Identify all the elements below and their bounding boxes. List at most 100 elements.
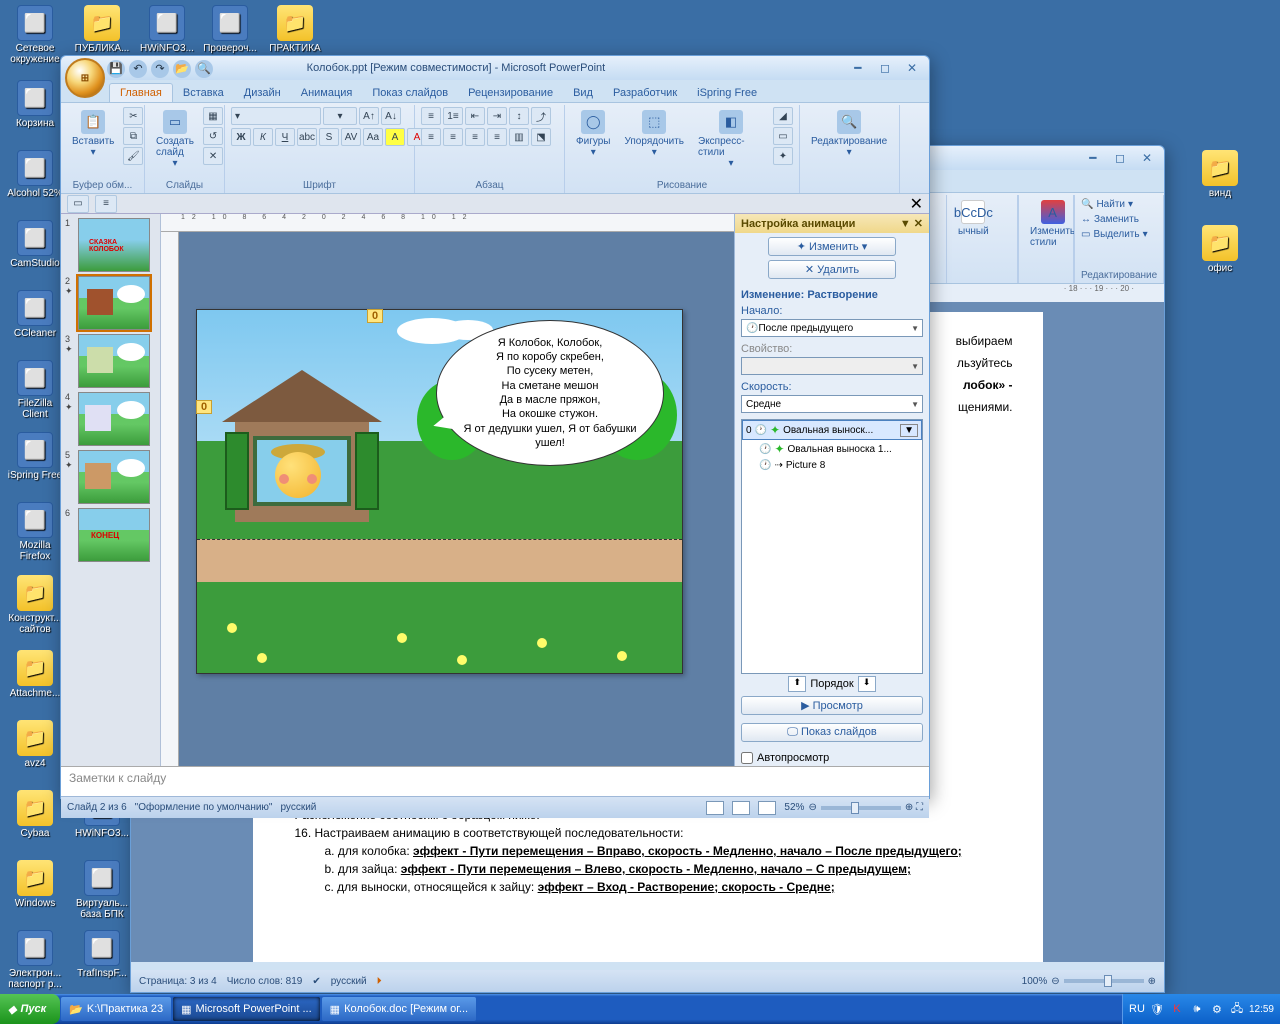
normal-view-button[interactable] [706, 801, 724, 815]
language-indicator[interactable]: русский [280, 802, 316, 813]
underline-icon[interactable]: Ч [275, 128, 295, 146]
change-styles-button[interactable]: AИзменить стили [1025, 197, 1080, 251]
align-center-icon[interactable]: ≡ [443, 128, 463, 146]
maximize-button[interactable]: ◻ [1109, 150, 1131, 166]
editing-button[interactable]: 🔍Редактирование▾ [806, 107, 892, 161]
desktop-icon[interactable]: ⬜TrafInspF... [72, 930, 132, 979]
format-painter-icon[interactable]: 🖌 [123, 147, 143, 165]
slides-tab[interactable]: ▭ [67, 195, 89, 213]
desktop-icon[interactable]: ⬜Корзина [5, 80, 65, 129]
speed-select[interactable]: Средне [741, 395, 923, 413]
close-pane-icon[interactable]: ✕ [910, 194, 929, 214]
desktop-icon[interactable]: ⬜Сетевое окружение [5, 5, 65, 65]
thumb-4[interactable]: 4✦ [65, 392, 156, 446]
close-button[interactable]: ✕ [901, 60, 923, 76]
quick-styles-button[interactable]: ◧Экспресс-стили▾ [693, 107, 769, 172]
text-direction-icon[interactable]: ⤴ [531, 107, 551, 125]
font-size-combo[interactable]: ▾ [323, 107, 357, 125]
line-spacing-icon[interactable]: ↕ [509, 107, 529, 125]
desktop-icon[interactable]: 📁Attachme... [5, 650, 65, 699]
thumb-3[interactable]: 3✦ [65, 334, 156, 388]
shape-effects-icon[interactable]: ✦ [773, 147, 793, 165]
tab-home[interactable]: Главная [109, 83, 173, 102]
preview-icon[interactable]: 🔍 [195, 60, 213, 78]
tab-developer[interactable]: Разработчик [603, 84, 687, 102]
anim-item-1[interactable]: 🕐✦Овальная выноска 1... [742, 440, 922, 458]
anim-tag-0b[interactable]: 0 [196, 400, 212, 414]
save-icon[interactable]: 💾 [107, 60, 125, 78]
shape-outline-icon[interactable]: ▭ [773, 127, 793, 145]
desktop-icon[interactable]: ⬜HWiNFO3... [137, 5, 197, 54]
minimize-button[interactable]: ━ [847, 60, 869, 76]
tray-icon[interactable]: 🕪 [1189, 1001, 1205, 1017]
maximize-button[interactable]: ◻ [874, 60, 896, 76]
language-indicator[interactable]: русский [331, 976, 367, 987]
tab-animation[interactable]: Анимация [291, 84, 363, 102]
shadow-icon[interactable]: S [319, 128, 339, 146]
change-effect-button[interactable]: ✦ Изменить ▾ [768, 237, 896, 256]
desktop-icon[interactable]: 📁Windows [5, 860, 65, 909]
desktop-icon[interactable]: 📁офис [1190, 225, 1250, 274]
indent-inc-icon[interactable]: ⇥ [487, 107, 507, 125]
paste-button[interactable]: 📋Вставить▾ [67, 107, 119, 161]
undo-icon[interactable]: ↶ [129, 60, 147, 78]
tab-slideshow[interactable]: Показ слайдов [362, 84, 458, 102]
desktop-icon[interactable]: ⬜CCleaner [5, 290, 65, 339]
kolobok-character[interactable] [275, 452, 321, 498]
select-button[interactable]: ▭ Выделить ▾ [1081, 227, 1148, 242]
desktop-icon[interactable]: 📁Конструкт... сайтов [5, 575, 65, 635]
anim-tag-0[interactable]: 0 [367, 309, 383, 323]
desktop-icon[interactable]: ⬜iSpring Free [5, 432, 65, 481]
sorter-view-button[interactable] [732, 801, 750, 815]
notes-pane[interactable]: Заметки к слайду [61, 766, 929, 796]
highlight-icon[interactable]: A [385, 128, 405, 146]
thumb-2[interactable]: 2✦ [65, 276, 156, 330]
lang-indicator[interactable]: RU [1129, 1001, 1145, 1017]
minimize-button[interactable]: ━ [1082, 150, 1104, 166]
desktop-icon[interactable]: ⬜Провероч... [200, 5, 260, 54]
convert-smartart-icon[interactable]: ⬔ [531, 128, 551, 146]
anim-item-2[interactable]: 🕐⇢Picture 8 [742, 458, 922, 473]
task-folder[interactable]: 📂 K:\Практика 23 [61, 997, 171, 1021]
align-right-icon[interactable]: ≡ [465, 128, 485, 146]
preview-button[interactable]: ▶ Просмотр [741, 696, 923, 715]
reset-icon[interactable]: ↺ [203, 127, 223, 145]
layout-icon[interactable]: ▦ [203, 107, 223, 125]
system-tray[interactable]: RU 🛡 K 🕪 ⚙ 🖧 12:59 [1122, 994, 1280, 1024]
slideshow-button[interactable]: 🖵 Показ слайдов [741, 723, 923, 742]
bold-icon[interactable]: Ж [231, 128, 251, 146]
desktop-icon[interactable]: 📁ПРАКТИКА [265, 5, 325, 54]
new-slide-button[interactable]: ▭Создать слайд▾ [151, 107, 199, 172]
tray-icon[interactable]: ⚙ [1209, 1001, 1225, 1017]
clock[interactable]: 12:59 [1249, 1004, 1274, 1015]
tab-design[interactable]: Дизайн [234, 84, 291, 102]
page-indicator[interactable]: Страница: 3 из 4 [139, 976, 217, 987]
shrink-font-icon[interactable]: A↓ [381, 107, 401, 125]
anim-pane-close-icon[interactable]: ✕ [914, 217, 923, 230]
replace-button[interactable]: ↔ Заменить [1081, 212, 1148, 227]
cut-icon[interactable]: ✂ [123, 107, 143, 125]
justify-icon[interactable]: ≡ [487, 128, 507, 146]
copy-icon[interactable]: ⧉ [123, 127, 143, 145]
theme-indicator[interactable]: "Оформление по умолчанию" [135, 802, 273, 813]
slideshow-view-button[interactable] [758, 801, 776, 815]
slide-canvas[interactable]: Я Колобок, Колобок, Я по коробу скребен,… [196, 309, 683, 674]
tab-insert[interactable]: Вставка [173, 84, 234, 102]
thumb-5[interactable]: 5✦ [65, 450, 156, 504]
shapes-button[interactable]: ◯Фигуры▾ [571, 107, 615, 161]
columns-icon[interactable]: ▥ [509, 128, 529, 146]
bullets-icon[interactable]: ≡ [421, 107, 441, 125]
italic-icon[interactable]: К [253, 128, 273, 146]
tray-icon[interactable]: 🛡 [1149, 1001, 1165, 1017]
find-button[interactable]: 🔍 Найти ▾ [1081, 197, 1148, 212]
speech-callout[interactable]: Я Колобок, Колобок, Я по коробу скребен,… [436, 320, 664, 466]
strike-icon[interactable]: abc [297, 128, 317, 146]
slide-indicator[interactable]: Слайд 2 из 6 [67, 802, 127, 813]
arrange-button[interactable]: ⬚Упорядочить▾ [619, 107, 689, 161]
thumb-6[interactable]: 6КОНЕЦ [65, 508, 156, 562]
word-count[interactable]: Число слов: 819 [227, 976, 303, 987]
tab-view[interactable]: Вид [563, 84, 603, 102]
task-powerpoint[interactable]: ▦ Microsoft PowerPoint ... [173, 997, 320, 1021]
grow-font-icon[interactable]: A↑ [359, 107, 379, 125]
zoom-percent[interactable]: 100% [1022, 976, 1048, 987]
